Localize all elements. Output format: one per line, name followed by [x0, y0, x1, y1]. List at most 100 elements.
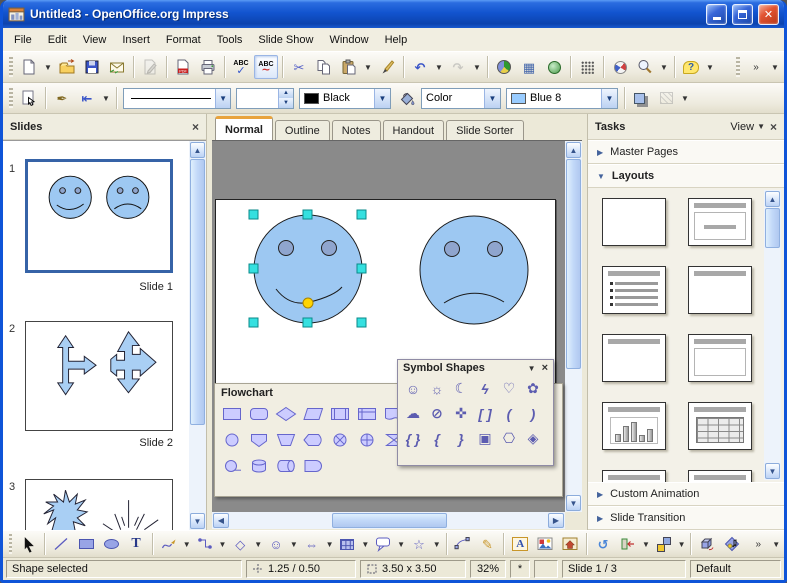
navigator-button[interactable] [608, 55, 632, 79]
section-layouts[interactable]: ▼ Layouts [588, 164, 784, 188]
right-brace-shape[interactable]: } [449, 426, 473, 451]
combo-dropdown-arrow[interactable]: ▼ [601, 89, 617, 108]
hyperlink-button[interactable] [542, 55, 566, 79]
or-shape[interactable] [353, 427, 380, 453]
tab-notes[interactable]: Notes [332, 120, 381, 140]
layout-title-content[interactable] [602, 266, 666, 314]
menu-item[interactable]: Format [158, 28, 209, 51]
edit-file-button[interactable] [138, 55, 162, 79]
heart-shape[interactable]: ♡ [497, 376, 521, 401]
fontwork-gallery-tool[interactable]: A [508, 532, 532, 556]
menu-item[interactable]: Insert [114, 28, 158, 51]
scroll-left-icon[interactable]: ◀ [213, 513, 229, 528]
slides-panel-close-icon[interactable]: × [192, 120, 199, 134]
left-brace-shape[interactable]: { [425, 426, 449, 451]
alternate-process-shape[interactable] [245, 401, 272, 427]
fill-type-combo[interactable]: Color▼ [421, 88, 501, 109]
puzzle-shape[interactable]: ✜ [449, 401, 473, 426]
area-style-button[interactable] [394, 86, 418, 110]
maximize-button[interactable] [732, 4, 753, 25]
connector-tool[interactable] [193, 532, 217, 556]
double-brace-shape[interactable]: { } [401, 426, 425, 451]
open-button[interactable] [55, 55, 79, 79]
symbol-shapes-dropdown-arrow[interactable]: ▼ [289, 533, 299, 555]
block-arrows-tool[interactable]: ⇔ [300, 532, 324, 556]
zoom-level[interactable]: 32% [470, 560, 506, 578]
layout-title-two-content[interactable] [688, 266, 752, 314]
spellcheck-button[interactable]: ABC✓ [229, 55, 253, 79]
prohibited-shape[interactable]: ⊘ [425, 401, 449, 426]
arrow-style-dropdown-arrow[interactable]: ▼ [100, 87, 112, 109]
layout-title-slide[interactable] [688, 198, 752, 246]
cloud-shape[interactable]: ☁ [401, 401, 425, 426]
layout-blank[interactable] [602, 198, 666, 246]
alignment-tool[interactable] [616, 532, 640, 556]
sun-shape[interactable]: ☼ [425, 376, 449, 401]
arrange-tool[interactable] [652, 532, 676, 556]
canvas-horizontal-scrollbar[interactable]: ◀ ▶ [212, 512, 565, 529]
slide-thumbnail-3[interactable] [25, 479, 173, 530]
rectangle-tool[interactable] [74, 532, 98, 556]
curve-dropdown-arrow[interactable]: ▼ [182, 533, 192, 555]
connector-shape[interactable] [218, 427, 245, 453]
toolbar-overflow-button[interactable]: » [744, 55, 768, 79]
scrollbar-thumb[interactable] [190, 159, 205, 425]
menu-item[interactable]: Slide Show [250, 28, 321, 51]
layout-title-only[interactable] [602, 334, 666, 382]
right-bracket-shape[interactable]: ) [521, 401, 545, 426]
menu-item[interactable]: Help [377, 28, 416, 51]
smiley-face-sad[interactable] [420, 216, 528, 324]
stars-dropdown-arrow[interactable]: ▼ [432, 533, 442, 555]
scroll-right-icon[interactable]: ▶ [548, 513, 564, 528]
rotate-tool[interactable]: ↺ [591, 532, 615, 556]
callouts-dropdown-arrow[interactable]: ▼ [396, 533, 406, 555]
layout-title-frame[interactable] [688, 334, 752, 382]
basic-shapes-tool[interactable]: ◇ [228, 532, 252, 556]
redo-button[interactable]: ↷ [446, 55, 470, 79]
undo-dropdown-arrow[interactable]: ▼ [433, 56, 445, 78]
summing-junction-shape[interactable] [326, 427, 353, 453]
zoom-button[interactable] [633, 55, 657, 79]
toolbar-overflow-button[interactable]: » [746, 532, 770, 556]
glue-points-tool[interactable]: ✎ [475, 532, 499, 556]
display-grid-button[interactable] [575, 55, 599, 79]
export-pdf-button[interactable]: PDF [171, 55, 195, 79]
menu-item[interactable]: File [6, 28, 40, 51]
section-custom-animation[interactable]: ▶ Custom Animation [588, 482, 784, 506]
magnetic-disk-shape[interactable] [245, 453, 272, 479]
flowchart-tool[interactable] [335, 532, 359, 556]
lightning-shape[interactable]: ϟ [473, 376, 497, 401]
tab-outline[interactable]: Outline [275, 120, 330, 140]
combo-dropdown-arrow[interactable]: ▼ [484, 89, 500, 108]
off-page-connector-shape[interactable] [245, 427, 272, 453]
autospellcheck-button[interactable]: ABC∼ [254, 55, 278, 79]
decision-shape[interactable] [272, 401, 299, 427]
interaction-tool[interactable] [720, 532, 744, 556]
scrollbar-thumb[interactable] [765, 208, 780, 248]
internal-storage-shape[interactable] [353, 401, 380, 427]
slide-thumbnail-1[interactable] [25, 159, 173, 273]
scrollbar-thumb[interactable] [332, 513, 447, 528]
line-style-combo[interactable]: ▼ [123, 88, 231, 109]
points-button[interactable]: ✒ [50, 86, 74, 110]
fill-color-combo[interactable]: Blue 8▼ [506, 88, 618, 109]
toolbar-options-arrow[interactable]: ▼ [704, 56, 716, 78]
styles-button[interactable] [17, 86, 41, 110]
slide-thumbnail-2[interactable] [25, 321, 173, 431]
alignment-dropdown-arrow[interactable]: ▼ [641, 533, 651, 555]
email-button[interactable] [105, 55, 129, 79]
text-tool[interactable]: T [124, 532, 148, 556]
line-width-spinner[interactable]: ▲▼ [278, 89, 293, 108]
scroll-down-icon[interactable]: ▼ [566, 495, 581, 511]
select-tool[interactable] [16, 532, 40, 556]
adjustment-handle[interactable] [303, 298, 313, 308]
canvas-vertical-scrollbar[interactable]: ▲ ▼ [565, 141, 582, 512]
section-slide-transition[interactable]: ▶ Slide Transition [588, 506, 784, 530]
symbol-palette-titlebar[interactable]: Symbol Shapes ▼ × [398, 360, 553, 376]
minimize-button[interactable] [706, 4, 727, 25]
scrollbar-thumb[interactable] [566, 159, 581, 369]
chart-button[interactable] [492, 55, 516, 79]
manual-operation-shape[interactable] [272, 427, 299, 453]
layout-title-chart[interactable] [602, 402, 666, 450]
diamond-bevel-shape[interactable]: ◈ [521, 426, 545, 451]
